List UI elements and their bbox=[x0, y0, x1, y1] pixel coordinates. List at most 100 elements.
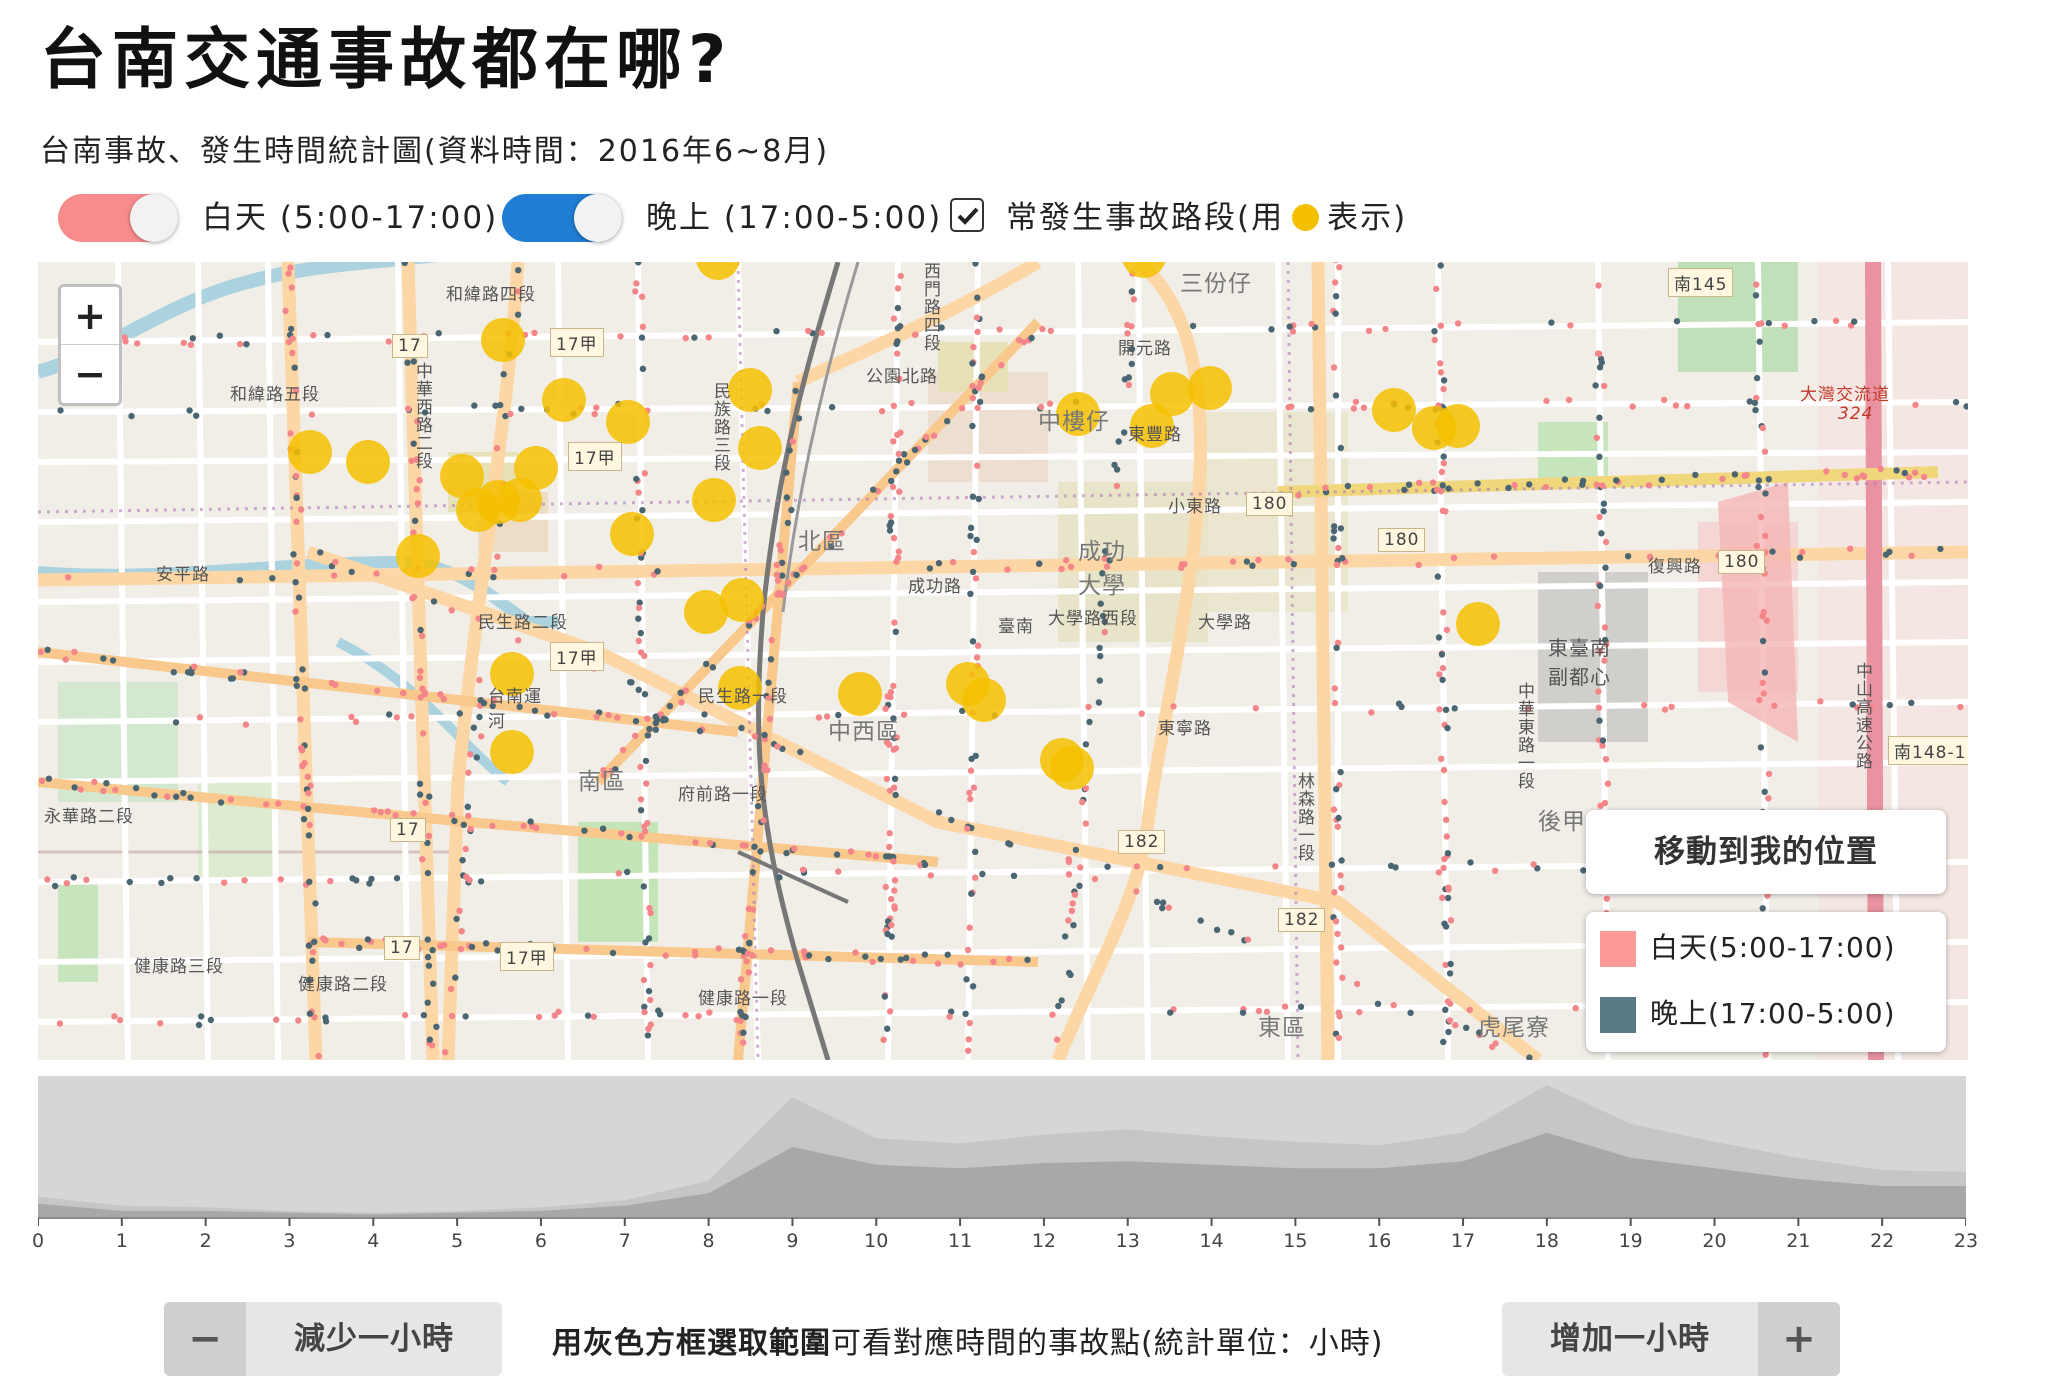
accident-dot bbox=[891, 877, 899, 884]
accident-dot bbox=[1286, 323, 1293, 330]
accident-dot bbox=[962, 1010, 969, 1017]
accident-dot bbox=[944, 418, 951, 425]
day-toggle[interactable] bbox=[58, 194, 178, 242]
accident-dot bbox=[527, 818, 534, 825]
accident-dot bbox=[416, 791, 424, 798]
accident-dot bbox=[1365, 327, 1373, 334]
accident-dot bbox=[1128, 288, 1136, 295]
accident-dot bbox=[1847, 545, 1854, 552]
increase-hour-button[interactable]: 增加一小時 + bbox=[1502, 1302, 1840, 1376]
hour-histogram[interactable] bbox=[38, 1076, 1966, 1236]
accident-dot bbox=[193, 875, 200, 882]
accident-dot bbox=[888, 477, 895, 485]
accident-dot bbox=[791, 845, 798, 852]
accident-dot bbox=[1762, 532, 1769, 539]
accident-dot bbox=[1437, 262, 1444, 269]
accident-dot bbox=[893, 468, 900, 475]
accident-dot bbox=[890, 858, 897, 865]
hour-tick-label: 18 bbox=[1534, 1230, 1559, 1252]
accident-dot bbox=[297, 716, 304, 723]
accident-dot bbox=[742, 932, 749, 940]
accident-dot bbox=[400, 689, 407, 697]
accident-dot bbox=[426, 793, 433, 800]
accident-dot bbox=[221, 879, 228, 886]
accident-dot bbox=[1024, 956, 1031, 963]
accident-dot bbox=[435, 330, 442, 337]
accident-dot bbox=[65, 574, 72, 581]
accident-dot bbox=[1450, 554, 1458, 561]
accident-dot bbox=[1133, 888, 1140, 895]
accident-dot bbox=[417, 667, 424, 675]
accident-map[interactable]: 三份仔 中樓仔 成功大學 北區 中西區 南區 東區 後甲 虎尾寮 東臺南副都心 … bbox=[38, 262, 1968, 1060]
accident-dot bbox=[309, 949, 317, 956]
accident-dot bbox=[1753, 542, 1761, 550]
accident-dot bbox=[1511, 481, 1518, 489]
accident-dot bbox=[1047, 327, 1054, 334]
accident-dot bbox=[696, 727, 704, 735]
accident-dot bbox=[948, 816, 955, 824]
accident-dot bbox=[1841, 471, 1848, 479]
plus-icon: + bbox=[1758, 1302, 1840, 1376]
map-label: 中西區 bbox=[828, 719, 900, 745]
map-label: 後甲 bbox=[1538, 809, 1586, 835]
accident-dot bbox=[420, 730, 427, 737]
accident-dot bbox=[413, 486, 420, 493]
accident-dot bbox=[416, 477, 423, 484]
accident-dot bbox=[1893, 467, 1900, 474]
accident-dot bbox=[424, 999, 431, 1006]
accident-dot bbox=[1491, 867, 1499, 874]
accident-dot bbox=[298, 506, 305, 513]
accident-dot bbox=[1757, 513, 1765, 521]
accident-dot bbox=[1128, 360, 1136, 368]
accident-dot bbox=[891, 775, 899, 782]
accident-dot bbox=[187, 341, 195, 348]
accident-dot bbox=[1437, 322, 1445, 329]
accident-dot bbox=[1466, 1006, 1474, 1014]
accident-dot bbox=[761, 731, 768, 739]
toggle-knob bbox=[574, 194, 622, 242]
accident-dot bbox=[1769, 548, 1776, 555]
accident-dot bbox=[1339, 974, 1346, 981]
accident-dot bbox=[198, 1013, 205, 1020]
zoom-in-button[interactable]: + bbox=[61, 287, 119, 345]
accident-dot bbox=[890, 534, 898, 542]
hotspot-checkbox[interactable] bbox=[950, 198, 984, 232]
accident-dot bbox=[584, 1012, 592, 1019]
locate-me-button[interactable]: 移動到我的位置 bbox=[1586, 810, 1946, 894]
route-shield: 17 bbox=[392, 334, 428, 358]
accident-dot bbox=[666, 702, 674, 710]
accident-dot bbox=[1439, 894, 1446, 901]
accident-dot bbox=[289, 349, 296, 357]
accident-dot bbox=[891, 619, 898, 626]
zoom-out-button[interactable]: − bbox=[61, 345, 119, 403]
accident-dot bbox=[655, 1007, 662, 1014]
accident-dot bbox=[518, 405, 525, 412]
accident-dot bbox=[1762, 1051, 1769, 1058]
accident-dot bbox=[1454, 320, 1462, 327]
night-toggle[interactable] bbox=[502, 194, 622, 242]
accident-dot bbox=[1731, 471, 1739, 478]
accident-dot bbox=[646, 904, 653, 912]
accident-dot bbox=[897, 956, 904, 963]
decrease-hour-button[interactable]: − 減少一小時 bbox=[164, 1302, 502, 1376]
accident-dot bbox=[1759, 905, 1766, 912]
zoom-control: + − bbox=[58, 284, 122, 406]
accident-dot bbox=[1440, 385, 1447, 393]
accident-dot bbox=[1167, 1009, 1174, 1016]
accident-dot bbox=[122, 338, 129, 345]
map-label: 成功路 bbox=[908, 577, 962, 597]
accident-dot bbox=[964, 825, 971, 832]
accident-dot bbox=[1322, 484, 1329, 491]
accident-dot bbox=[1338, 857, 1345, 864]
accident-dot bbox=[972, 575, 980, 582]
hour-tick-label: 19 bbox=[1618, 1230, 1643, 1252]
accident-dot bbox=[886, 1008, 894, 1015]
accident-dot bbox=[1197, 917, 1204, 924]
accident-dot bbox=[550, 711, 558, 718]
accident-dot bbox=[419, 856, 426, 863]
hotspot-marker bbox=[456, 488, 500, 532]
accident-dot bbox=[1447, 917, 1455, 924]
map-label: 永華路二段 bbox=[44, 807, 134, 827]
accident-dot bbox=[385, 338, 392, 345]
accident-dot bbox=[934, 960, 942, 967]
